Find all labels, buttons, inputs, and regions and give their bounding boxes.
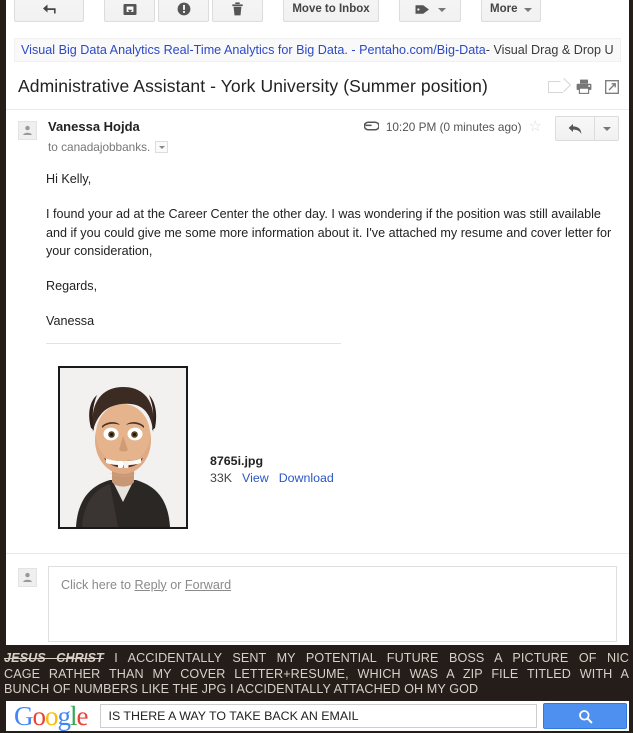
open-in-new-window-icon[interactable] (605, 79, 619, 94)
body-paragraph: I found your ad at the Career Center the… (46, 207, 612, 258)
move-to-inbox-label: Move to Inbox (292, 3, 370, 15)
attachment-actions: 33K View Download (210, 471, 334, 485)
reply-link[interactable]: Reply (135, 578, 167, 592)
tag-icon (415, 3, 431, 16)
logo-letter-o2: o (45, 701, 58, 731)
advertisement-bar[interactable]: Visual Big Data Analytics Real-Time Anal… (14, 38, 621, 62)
message-body: Hi Kelly, I found your ad at the Career … (6, 154, 629, 344)
report-spam-button[interactable] (158, 0, 209, 22)
reply-avatar (18, 567, 37, 587)
message-timestamp: 10:20 PM (0 minutes ago) (385, 120, 522, 134)
ad-tail-text: - Visual Drag & Drop U (485, 43, 614, 57)
recipient-label: to canadajobbanks. (48, 140, 151, 154)
message-header: Vanessa Hojda to canadajobbanks. 10:20 P… (6, 110, 629, 154)
recipient-details-toggle[interactable] (155, 141, 169, 153)
chevron-down-icon (437, 8, 446, 12)
logo-letter-g2: g (57, 701, 71, 731)
gmail-message-panel: Move to Inbox More Visual Big Data Analy… (6, 0, 629, 645)
message-toolbar: Move to Inbox More (6, 0, 629, 29)
star-icon[interactable]: ☆ (529, 119, 542, 134)
reply-prompt-prefix: Click here to (61, 577, 135, 592)
caption-line-3: BUNCH OF NUMBERS LIKE THE JPG I ACCIDENT… (4, 682, 479, 697)
body-greeting: Hi Kelly, (46, 172, 92, 186)
logo-letter-e: e (76, 701, 89, 731)
label-outline-icon[interactable] (548, 80, 563, 93)
back-button[interactable] (14, 0, 84, 22)
screenshot-frame: Move to Inbox More Visual Big Data Analy… (0, 0, 633, 733)
move-to-inbox-button[interactable]: Move to Inbox (283, 0, 379, 22)
body-signature: Vanessa (46, 314, 95, 329)
forward-link[interactable]: Forward (185, 578, 231, 592)
subject-row: Administrative Assistant - York Universi… (6, 62, 629, 110)
sender-name: Vanessa Hojda (48, 119, 140, 134)
chevron-down-icon (602, 126, 611, 131)
search-input[interactable]: IS THERE A WAY TO TAKE BACK AN EMAIL (99, 704, 537, 728)
search-query-text: IS THERE A WAY TO TAKE BACK AN EMAIL (108, 709, 359, 723)
ad-link[interactable]: Visual Big Data Analytics Real-Time Anal… (21, 43, 486, 57)
logo-letter-o1: o (32, 701, 46, 731)
more-label: More (490, 3, 518, 15)
avatar (18, 121, 37, 140)
caption-strikethrough-text: JESUS CHRIST (4, 651, 104, 665)
attachment-download-link[interactable]: Download (279, 471, 334, 485)
caption-line-1-rest: I ACCIDENTALLY SENT MY POTENTIAL FUTURE … (103, 651, 629, 665)
caption-line-1: JESUS CHRIST I ACCIDENTALLY SENT MY POTE… (4, 651, 629, 667)
attachment-thumbnail[interactable] (58, 365, 188, 529)
print-icon[interactable] (576, 79, 592, 94)
attachment-filename: 8765i.jpg (210, 453, 264, 468)
reply-button[interactable] (555, 116, 595, 141)
attachment-details: 8765i.jpg 33K View Download (210, 454, 334, 485)
nicolas-cage-photo (60, 367, 186, 527)
google-search-bar: Google IS THERE A WAY TO TAKE BACK AN EM… (6, 701, 629, 731)
subject-actions (548, 79, 619, 94)
reply-options-button[interactable] (595, 116, 619, 141)
page-title: Administrative Assistant - York Universi… (18, 76, 488, 96)
attachment-paperclip-icon (363, 121, 380, 132)
chevron-down-icon (524, 8, 533, 12)
delete-button[interactable] (212, 0, 263, 22)
chevron-down-icon (158, 145, 165, 149)
reply-button-group (555, 116, 619, 141)
attachment-size: 33K (210, 470, 233, 485)
body-signoff: Regards, (46, 279, 98, 293)
attachment-view-link[interactable]: View (242, 471, 269, 485)
message-actions: 10:20 PM (0 minutes ago) ☆ (363, 116, 619, 154)
reply-input[interactable]: Click here to Reply or Forward (48, 565, 617, 642)
more-button[interactable]: More (481, 0, 542, 22)
recipient-row: to canadajobbanks. (48, 140, 169, 154)
attachment-section: 8765i.jpg 33K View Download (6, 344, 629, 529)
archive-button[interactable] (104, 0, 155, 22)
exclamation-circle-icon (177, 2, 191, 16)
back-arrow-icon (42, 3, 57, 16)
reply-area: Click here to Reply or Forward (6, 552, 629, 642)
archive-icon (123, 3, 137, 16)
magnifier-icon (578, 709, 592, 723)
logo-letter-g1: G (14, 701, 33, 731)
trash-icon (231, 2, 244, 16)
reply-prompt-middle: or (166, 577, 185, 592)
caption-line-2: CAGE RATHER THAN MY COVER LETTER+RESUME,… (4, 666, 629, 681)
labels-button[interactable] (399, 0, 461, 22)
caption-overlay: JESUS CHRIST I ACCIDENTALLY SENT MY POTE… (0, 645, 633, 697)
search-button[interactable] (543, 703, 627, 729)
sender-block: Vanessa Hojda to canadajobbanks. (48, 119, 169, 154)
google-logo: Google (8, 702, 88, 730)
